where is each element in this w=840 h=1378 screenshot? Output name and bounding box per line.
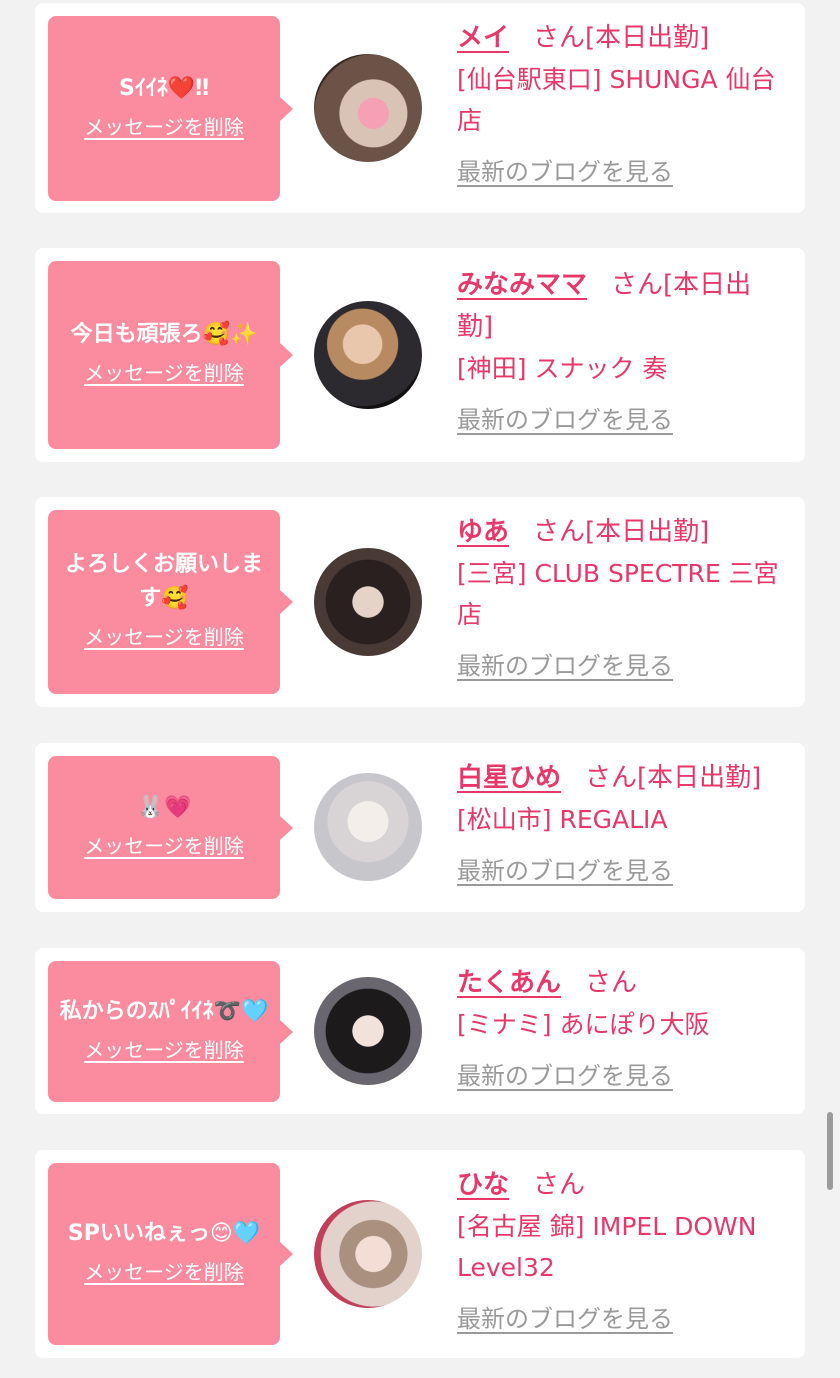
avatar[interactable]: [314, 301, 422, 409]
blog-link[interactable]: 最新のブログを見る: [457, 854, 673, 888]
honorific: さん: [533, 23, 586, 53]
avatar[interactable]: [314, 773, 422, 881]
status-label: [本日出勤]: [637, 763, 762, 793]
message-text: 今日も頑張ろ🥰✨: [70, 322, 258, 347]
blog-link[interactable]: 最新のブログを見る: [457, 1059, 673, 1093]
message-text: Sｲｲﾈ❤️‼: [118, 75, 210, 101]
honorific: さん: [533, 1170, 586, 1200]
honorific: さん: [585, 968, 638, 998]
shop-name: [松山市] REGALIA: [457, 805, 668, 834]
delete-message-link[interactable]: メッセージを削除: [84, 622, 244, 652]
blog-link[interactable]: 最新のブログを見る: [457, 1302, 673, 1336]
message-bubble: 今日も頑張ろ🥰✨ メッセージを削除: [48, 261, 280, 449]
user-name-link[interactable]: たくあん: [457, 968, 561, 998]
avatar[interactable]: [314, 548, 422, 656]
message-text: SPいいねぇっ😊🩵: [67, 1221, 261, 1246]
shop-name: [名古屋 錦] IMPEL DOWN Level32: [457, 1212, 757, 1282]
honorific: さん: [585, 763, 638, 793]
message-bubble: よろしくお願いします🥰 メッセージを削除: [48, 510, 280, 694]
message-card: 🐰💗 メッセージを削除 白星ひめ さん[本日出勤] [松山市] REGALIA 最…: [35, 743, 805, 912]
message-text: よろしくお願いします🥰: [64, 552, 263, 611]
user-name-link[interactable]: ひな: [457, 1170, 509, 1200]
scrollbar-thumb[interactable]: [827, 1112, 833, 1190]
message-bubble: SPいいねぇっ😊🩵 メッセージを削除: [48, 1163, 280, 1345]
user-name-link[interactable]: ゆあ: [457, 517, 509, 547]
blog-link[interactable]: 最新のブログを見る: [457, 649, 673, 683]
message-bubble: 私からのｽﾊﾟｲｲﾈ➰🩵 メッセージを削除: [48, 961, 280, 1102]
avatar[interactable]: [314, 1200, 422, 1308]
user-name-link[interactable]: 白星ひめ: [457, 763, 561, 793]
blog-link[interactable]: 最新のブログを見る: [457, 403, 673, 437]
honorific: さん: [611, 270, 664, 300]
message-text: 🐰💗: [136, 794, 192, 820]
delete-message-link[interactable]: メッセージを削除: [84, 1257, 244, 1287]
delete-message-link[interactable]: メッセージを削除: [84, 1035, 244, 1065]
message-bubble: 🐰💗 メッセージを削除: [48, 756, 280, 899]
shop-name: [三宮] CLUB SPECTRE 三宮店: [457, 559, 779, 629]
blog-link[interactable]: 最新のブログを見る: [457, 155, 673, 189]
message-bubble: Sｲｲﾈ❤️‼ メッセージを削除: [48, 16, 280, 201]
message-card: SPいいねぇっ😊🩵 メッセージを削除 ひな さん [名古屋 錦] IMPEL DO…: [35, 1150, 805, 1358]
message-card: 今日も頑張ろ🥰✨ メッセージを削除 みなみママ さん[本日出勤] [神田] スナッ…: [35, 248, 805, 462]
message-text: 私からのｽﾊﾟｲｲﾈ➰🩵: [59, 998, 269, 1024]
shop-name: [神田] スナック 奏: [457, 354, 668, 383]
avatar[interactable]: [314, 54, 422, 162]
avatar[interactable]: [314, 977, 422, 1085]
message-card: 私からのｽﾊﾟｲｲﾈ➰🩵 メッセージを削除 たくあん さん [ミナミ] あにぽり大…: [35, 948, 805, 1114]
user-name-link[interactable]: メイ: [457, 23, 509, 53]
honorific: さん: [533, 517, 586, 547]
message-card: よろしくお願いします🥰 メッセージを削除 ゆあ さん[本日出勤] [三宮] CLU…: [35, 497, 805, 707]
shop-name: [ミナミ] あにぽり大阪: [457, 1010, 710, 1039]
status-label: [本日出勤]: [585, 23, 710, 53]
delete-message-link[interactable]: メッセージを削除: [84, 112, 244, 142]
shop-name: [仙台駅東口] SHUNGA 仙台店: [457, 65, 776, 135]
delete-message-link[interactable]: メッセージを削除: [84, 358, 244, 388]
delete-message-link[interactable]: メッセージを削除: [84, 831, 244, 861]
status-label: [本日出勤]: [585, 517, 710, 547]
user-name-link[interactable]: みなみママ: [457, 270, 587, 300]
message-card: Sｲｲﾈ❤️‼ メッセージを削除 メイ さん[本日出勤] [仙台駅東口] SHUN…: [35, 3, 805, 213]
